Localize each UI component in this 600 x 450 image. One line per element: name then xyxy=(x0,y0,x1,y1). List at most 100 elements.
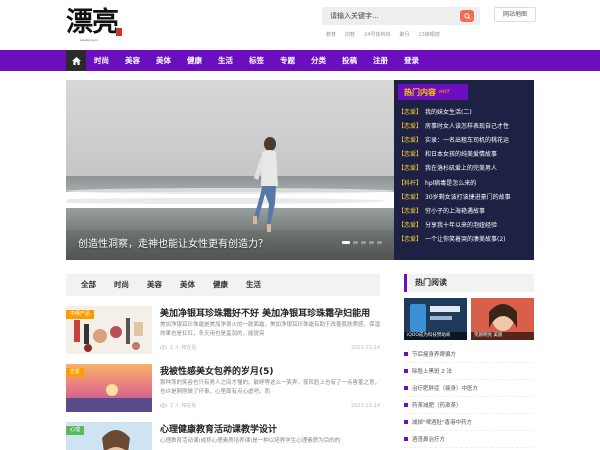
hot-item-title[interactable]: 我的妹女生活(二) xyxy=(425,107,472,116)
sidebar-item-label[interactable]: 药茶减肥（药漱茶） xyxy=(412,401,462,409)
hot-content-item[interactable]: 【恋爱】 和日本女孩的纯美爱情故事 xyxy=(398,147,530,161)
search-input[interactable] xyxy=(322,7,458,25)
tab-all[interactable]: 全部 xyxy=(72,274,105,296)
bullet-icon xyxy=(404,420,408,424)
hot-item-title[interactable]: 我在洛杉矶爱上的完美男人 xyxy=(425,163,497,172)
hot-item-title[interactable]: 30岁剩女该打该捷进豪门的故事 xyxy=(425,192,511,201)
hot-content-item[interactable]: 【科杆】 hpl病毒是怎么来的 xyxy=(398,175,530,189)
slider-dots xyxy=(342,241,382,244)
sidebar-list-item[interactable]: 药茶减肥（药漱茶） xyxy=(404,397,534,414)
featured-slider[interactable]: 创造性洞察，走神也能让女性更有创造力？ xyxy=(66,80,394,260)
sidebar-thumbnail[interactable]: 笑颜明亮 美丽 xyxy=(471,298,534,340)
hot-content-item[interactable]: 【恋爱】 一个让你笑着哭的凄美故事(2) xyxy=(398,232,530,246)
sitemap-button[interactable]: 网站地图 xyxy=(494,7,536,22)
article-item: 心理 心理健康教育活动课教学设计 心理教育活动课(或称心理素质培养课)是一种以培… xyxy=(66,422,380,450)
sidebar-list-item[interactable]: 治疗肥胖症（瘦身）中医方 xyxy=(404,380,534,397)
tab-health[interactable]: 健康 xyxy=(204,274,237,296)
sidebar-list-item[interactable]: 酒渣鼻治疗方 xyxy=(404,431,534,448)
search-button[interactable] xyxy=(460,10,474,22)
hot-item-tag: 【恋爱】 xyxy=(398,165,423,173)
nav-home[interactable] xyxy=(66,50,86,71)
tab-body[interactable]: 美体 xyxy=(171,274,204,296)
sidebar-list-item[interactable]: 节后瘦身养眼偏方 xyxy=(404,346,534,363)
sidebar-list-item[interactable]: 减掉"啤酒肚"香港中药方 xyxy=(404,414,534,431)
bullet-icon xyxy=(404,437,408,441)
tab-beauty[interactable]: 美容 xyxy=(138,274,171,296)
hotword-link[interactable]: 13蝶眼镜 xyxy=(418,31,439,38)
sidebar-item-label[interactable]: 治疗肥胖症（瘦身）中医方 xyxy=(412,384,478,392)
article-item: 中保产品 美加净银耳珍珠霜好不好 美加净银耳珍珠霜孕妇能用 美加净银耳珍珠霜是美… xyxy=(66,306,380,354)
nav-item-life[interactable]: 生活 xyxy=(210,50,241,71)
hot-badge: HOT xyxy=(439,89,450,95)
slider-dot[interactable] xyxy=(342,241,350,244)
article-title[interactable]: 美加净银耳珍珠霜好不好 美加净银耳珍珠霜孕妇能用 xyxy=(160,306,370,319)
nav-item-fashion[interactable]: 时尚 xyxy=(86,50,117,71)
tab-fashion[interactable]: 时尚 xyxy=(105,274,138,296)
nav-item-login[interactable]: 登录 xyxy=(396,50,427,71)
hot-content-panel: 热门内容 HOT 【恋爱】 我的妹女生活(二) 【恋爱】 房事时女人该怎样表现自己才… xyxy=(394,80,534,260)
slider-dot[interactable] xyxy=(361,241,366,244)
nav-item-health[interactable]: 健康 xyxy=(179,50,210,71)
hotword-link[interactable]: 聚丹 xyxy=(399,31,409,38)
slider-image-woman xyxy=(253,137,278,232)
nav-item-body[interactable]: 美体 xyxy=(148,50,179,71)
hot-content-item[interactable]: 【恋爱】 分享我十年以来的泡妞经验 xyxy=(398,218,530,232)
sidebar-item-label[interactable]: 节后瘦身养眼偏方 xyxy=(412,350,456,358)
nav-item-category[interactable]: 分类 xyxy=(303,50,334,71)
article-summary: 美加净银耳珍珠霜是美加净很火的一款面霜，美加净银耳珍珠霜有助于改善肌肤质感，保湿… xyxy=(160,322,380,337)
hot-item-title[interactable]: 房事时女人该怎样表现自己才性 xyxy=(425,121,509,130)
main-nav: 时尚 美容 美体 健康 生活 标签 专题 分类 投稿 注册 登录 xyxy=(0,50,600,71)
sidebar-list-item[interactable]: 除脸上黑斑 2 法 xyxy=(404,363,534,380)
search-icon xyxy=(463,12,471,20)
hot-reading-sidebar: 热门阅读 iQOO成为科技赞助商 笑颜明亮 美丽 节后瘦身养眼偏方 除脸上黑斑 … xyxy=(404,274,534,450)
sidebar-item-label[interactable]: 酒渣鼻治疗方 xyxy=(412,435,445,443)
slider-dot[interactable] xyxy=(377,241,382,244)
slider-dot[interactable] xyxy=(369,241,374,244)
hot-item-title[interactable]: 和日本女孩的纯美爱情故事 xyxy=(425,149,497,158)
nav-item-topics[interactable]: 专题 xyxy=(272,50,303,71)
hot-item-title[interactable]: 一个让你笑着哭的凄美故事(2) xyxy=(425,234,506,243)
hot-content-item[interactable]: 【恋爱】 实录：一名出租车司机的桃花运 xyxy=(398,132,530,146)
hot-item-tag: 【恋爱】 xyxy=(398,222,423,230)
hot-content-item[interactable]: 【恋爱】 我在洛杉矶爱上的完美男人 xyxy=(398,161,530,175)
article-views: 1 人 和在看 xyxy=(170,403,197,409)
hot-content-item[interactable]: 【恋爱】 我的妹女生活(二) xyxy=(398,104,530,118)
nav-item-submit[interactable]: 投稿 xyxy=(334,50,365,71)
article-summary: 心理教育活动课(或称心理素质培养课)是一种以培养学生心理素质为目的的 xyxy=(160,438,341,444)
slider-image-wave xyxy=(66,188,394,194)
slider-dot[interactable] xyxy=(353,241,358,244)
article-thumbnail[interactable]: 心理 xyxy=(66,422,152,450)
hot-item-title[interactable]: 实录：一名出租车司机的桃花运 xyxy=(425,135,509,144)
thumbnail-category-label: 恋爱 xyxy=(66,368,85,377)
hotword-link[interactable]: 旧鞋 xyxy=(345,31,355,38)
bullet-icon xyxy=(404,352,408,356)
hot-content-item[interactable]: 【恋爱】 30岁剩女该打该捷进豪门的故事 xyxy=(398,189,530,203)
nav-item-register[interactable]: 注册 xyxy=(365,50,396,71)
article-title[interactable]: 心理健康教育活动课教学设计 xyxy=(160,422,277,435)
article-title[interactable]: 我被性感美女包养的岁月(5) xyxy=(160,364,274,377)
hotword-link[interactable]: 24号铁钩钩 xyxy=(364,31,390,38)
nav-item-beauty[interactable]: 美容 xyxy=(117,50,148,71)
hot-search-words: 教育 旧鞋 24号铁钩钩 聚丹 13蝶眼镜 xyxy=(326,31,440,38)
nav-item-tags[interactable]: 标签 xyxy=(241,50,272,71)
hot-item-tag: 【恋爱】 xyxy=(398,136,423,144)
sidebar-thumbnail[interactable]: iQOO成为科技赞助商 xyxy=(404,298,467,340)
sidebar-item-label[interactable]: 减掉"啤酒肚"香港中药方 xyxy=(412,418,472,426)
hot-item-title[interactable]: hpl病毒是怎么来的 xyxy=(425,178,476,187)
site-logo[interactable]: 漂亮 piaoliang.cn xyxy=(66,6,126,46)
slider-caption[interactable]: 创造性洞察，走神也能让女性更有创造力？ xyxy=(78,235,268,250)
bullet-icon xyxy=(404,403,408,407)
hot-item-title[interactable]: 分享我十年以来的泡妞经验 xyxy=(425,220,497,229)
hot-item-title[interactable]: 穷小子的上海艳遇故事 xyxy=(425,206,485,215)
hotword-link[interactable]: 教育 xyxy=(326,31,336,38)
hot-content-title: 热门内容 xyxy=(404,87,436,97)
tab-life[interactable]: 生活 xyxy=(237,274,270,296)
article-thumbnail[interactable]: 中保产品 xyxy=(66,306,152,354)
article-summary: 那种荡的笑容也只有男人之间才懂的。敏婷等这么一笑弄，夜风脸上也有了一点害羞之意，… xyxy=(160,380,380,395)
hot-content-item[interactable]: 【恋爱】 房事时女人该怎样表现自己才性 xyxy=(398,118,530,132)
hot-content-item[interactable]: 【恋爱】 穷小子的上海艳遇故事 xyxy=(398,203,530,217)
hot-item-tag: 【恋爱】 xyxy=(398,122,423,130)
sidebar-item-label[interactable]: 除脸上黑斑 2 法 xyxy=(412,367,452,375)
article-thumbnail[interactable]: 恋爱 xyxy=(66,364,152,412)
bullet-icon xyxy=(404,369,408,373)
